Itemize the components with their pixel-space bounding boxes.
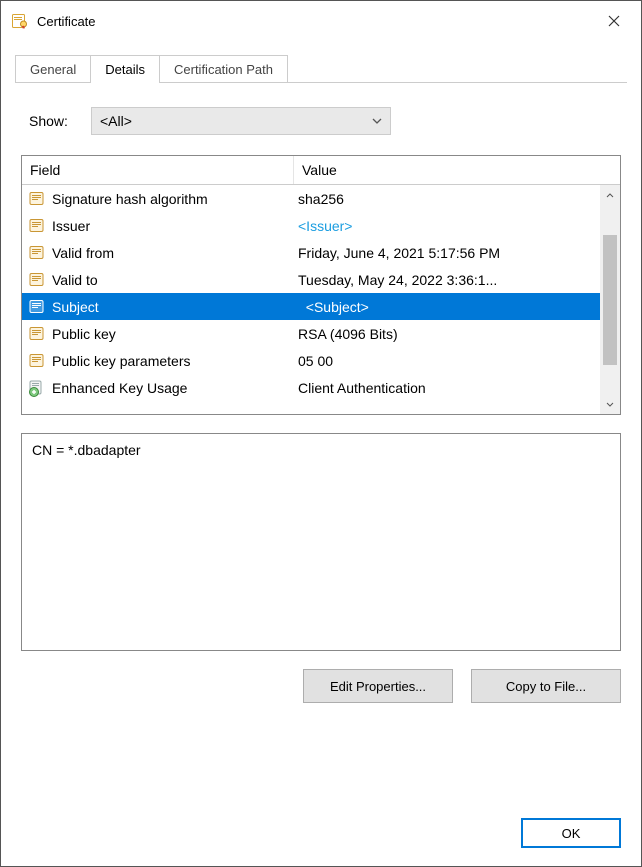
table-row[interactable]: Signature hash algorithm sha256 — [22, 185, 620, 212]
field-label: Issuer — [52, 218, 90, 234]
cert-field-icon — [28, 352, 46, 370]
table-row[interactable]: Subject <Subject> — [22, 293, 620, 320]
copy-to-file-button[interactable]: Copy to File... — [471, 669, 621, 703]
cert-field-icon — [28, 190, 46, 208]
detail-text: CN = *.dbadapter — [32, 442, 610, 458]
close-button[interactable] — [591, 5, 637, 37]
field-label: Public key — [52, 326, 116, 342]
vertical-scrollbar[interactable] — [600, 185, 620, 414]
table-row[interactable]: Public key parameters 05 00 — [22, 347, 620, 374]
field-value: <Subject> — [306, 299, 369, 315]
show-value: <All> — [100, 113, 132, 129]
table-row[interactable]: Public key RSA (4096 Bits) — [22, 320, 620, 347]
field-value: sha256 — [298, 191, 344, 207]
scroll-down-icon[interactable] — [600, 394, 620, 414]
scroll-up-icon[interactable] — [600, 185, 620, 205]
certificate-icon — [11, 12, 29, 30]
fields-table: Field Value Signature hash algorithm sha2… — [21, 155, 621, 415]
ok-button[interactable]: OK — [521, 818, 621, 848]
window-title: Certificate — [37, 14, 591, 29]
footer: OK — [1, 804, 641, 866]
cert-field-icon — [28, 244, 46, 262]
tab-details[interactable]: Details — [91, 55, 160, 83]
table-row[interactable]: Enhanced Key Usage Client Authentication — [22, 374, 620, 401]
field-value: Tuesday, May 24, 2022 3:36:1... — [298, 272, 497, 288]
field-label: Valid to — [52, 272, 98, 288]
table-body: Signature hash algorithm sha256 Issuer <Iss… — [22, 185, 620, 414]
titlebar: Certificate — [1, 1, 641, 41]
col-value[interactable]: Value — [294, 156, 600, 184]
field-label: Enhanced Key Usage — [52, 380, 187, 396]
show-label: Show: — [29, 113, 91, 129]
action-buttons: Edit Properties... Copy to File... — [21, 669, 621, 703]
cert-field-icon — [28, 217, 46, 235]
field-value: Friday, June 4, 2021 5:17:56 PM — [298, 245, 500, 261]
field-value: <Issuer> — [298, 218, 352, 234]
close-icon — [608, 15, 620, 27]
field-label: Valid from — [52, 245, 114, 261]
col-field[interactable]: Field — [22, 156, 294, 184]
cert-field-icon — [28, 325, 46, 343]
tab-certification-path[interactable]: Certification Path — [160, 55, 288, 83]
table-header: Field Value — [22, 156, 620, 185]
show-row: Show: <All> — [29, 107, 621, 135]
details-panel: Show: <All> Field Value Signature hash a… — [1, 83, 641, 804]
certificate-window: Certificate General Details Certificatio… — [0, 0, 642, 867]
scroll-thumb[interactable] — [603, 235, 617, 365]
cert-field-icon — [28, 271, 46, 289]
field-detail: CN = *.dbadapter — [21, 433, 621, 651]
field-label: Subject — [52, 299, 99, 315]
show-dropdown[interactable]: <All> — [91, 107, 391, 135]
chevron-down-icon — [372, 118, 382, 124]
field-value: 05 00 — [298, 353, 333, 369]
table-row[interactable]: Issuer <Issuer> — [22, 212, 620, 239]
field-label: Public key parameters — [52, 353, 191, 369]
extension-icon — [28, 379, 46, 397]
table-row[interactable]: Valid from Friday, June 4, 2021 5:17:56 P… — [22, 239, 620, 266]
field-value: Client Authentication — [298, 380, 426, 396]
tab-general[interactable]: General — [15, 55, 91, 83]
tabs: General Details Certification Path — [1, 41, 641, 83]
table-row[interactable]: Valid to Tuesday, May 24, 2022 3:36:1... — [22, 266, 620, 293]
field-label: Signature hash algorithm — [52, 191, 208, 207]
scroll-header — [600, 156, 620, 184]
cert-field-icon — [28, 298, 46, 316]
edit-properties-button[interactable]: Edit Properties... — [303, 669, 453, 703]
field-value: RSA (4096 Bits) — [298, 326, 398, 342]
